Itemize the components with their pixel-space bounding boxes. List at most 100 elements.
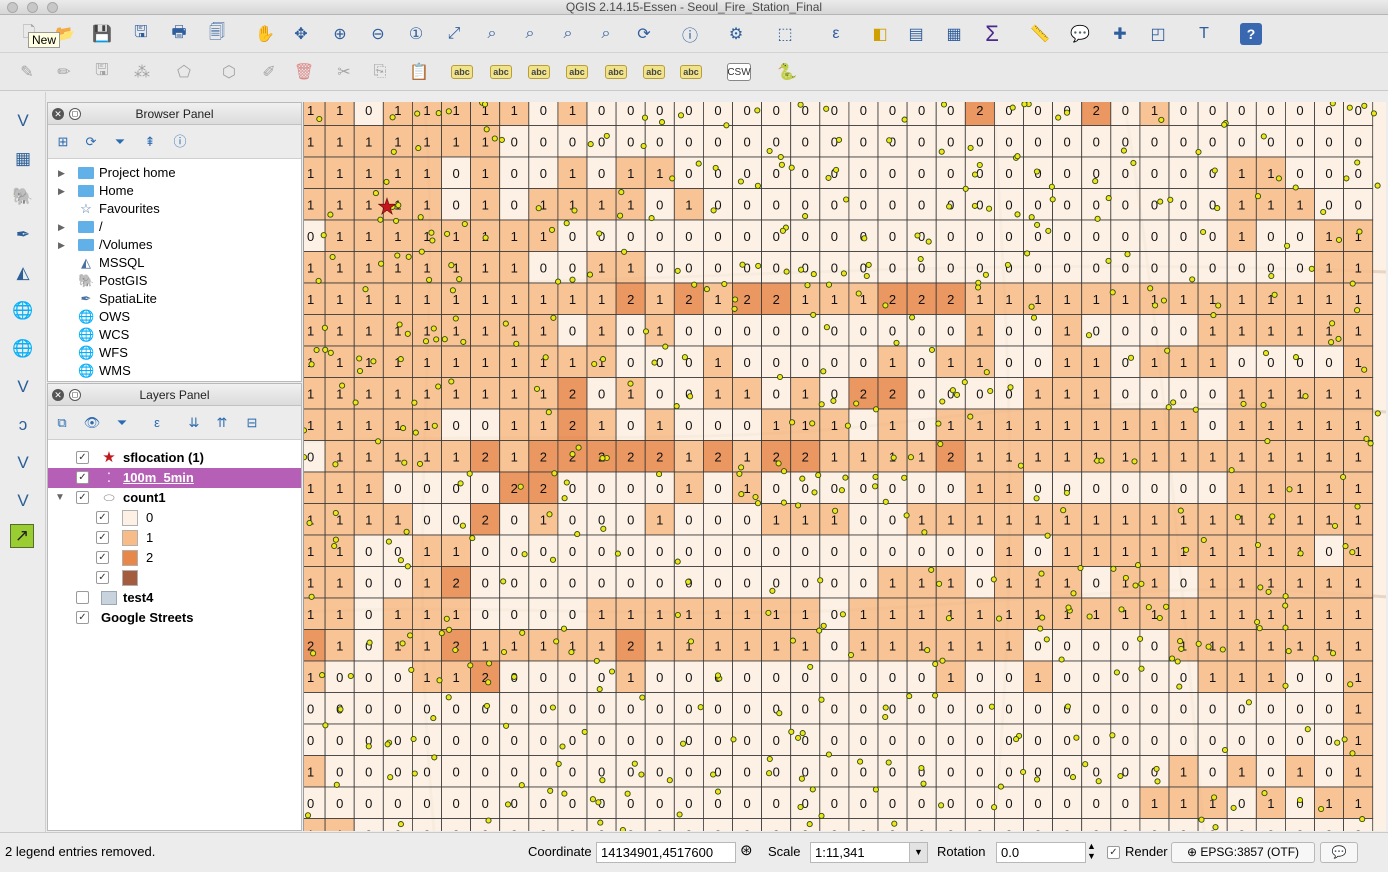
zoom-out-icon[interactable]: ⊖ [364, 20, 392, 48]
save-as-icon[interactable]: 🖫 [127, 20, 155, 48]
paste-features-icon[interactable]: 📋 [405, 58, 433, 86]
osm-plugin-icon[interactable]: ↗ [10, 524, 34, 548]
minimize-window-button[interactable] [27, 2, 38, 13]
expand-arrow-icon[interactable]: ▶ [58, 218, 68, 236]
collapse-all-icon[interactable]: ⇞ [141, 133, 159, 151]
toggle-editing-icon[interactable]: ✏ [50, 58, 78, 86]
label-abc-icon[interactable]: abc [451, 65, 473, 79]
legend-entry[interactable]: ✓ [48, 568, 301, 588]
open-layer-styling-icon[interactable]: ⧉ [53, 414, 71, 432]
add-spatialite-layer-icon[interactable]: ✒ [8, 220, 38, 250]
browser-item[interactable]: ☆ Favourites [52, 200, 297, 218]
zoom-in-icon[interactable]: ⊕ [326, 20, 354, 48]
float-panel-button[interactable]: ◻ [69, 389, 81, 401]
zoom-window-button[interactable] [47, 2, 58, 13]
browser-item[interactable]: 🌐 WCS [52, 326, 297, 344]
layer-row-count1[interactable]: ▼ ✓ ⬭ count1 [48, 488, 301, 508]
new-bookmark-icon[interactable]: ✚ [1106, 20, 1134, 48]
float-panel-button[interactable]: ◻ [69, 108, 81, 120]
browser-item[interactable]: ▶ / [52, 218, 297, 236]
label-move-icon[interactable]: abc [605, 65, 627, 79]
zoom-full-icon[interactable]: ⤢ [440, 20, 468, 48]
browser-item[interactable]: 🐘 PostGIS [52, 272, 297, 290]
mouse-coordinate-toggle-icon[interactable]: ⊛ [740, 843, 753, 859]
render-checkbox[interactable]: ✓ [1107, 846, 1120, 859]
close-window-button[interactable] [7, 2, 18, 13]
legend-entry-checkbox[interactable]: ✓ [96, 531, 109, 544]
legend-entry[interactable]: ✓ 0 [48, 508, 301, 528]
scale-dropdown-icon[interactable]: ▼ [909, 843, 927, 862]
new-shapefile-icon[interactable]: V [8, 486, 38, 516]
save-edits-icon[interactable]: 🖫 [88, 58, 116, 86]
new-print-composer-icon[interactable]: 🖶 [165, 20, 193, 48]
map-tips-icon[interactable]: 💬 [1066, 20, 1094, 48]
digitize-icon[interactable]: ✐ [255, 58, 283, 86]
add-wfs-layer-icon[interactable]: V [8, 372, 38, 402]
label-show-hide-icon[interactable]: abc [566, 65, 588, 79]
browser-item[interactable]: ✒ SpatiaLite [52, 290, 297, 308]
show-bookmarks-icon[interactable]: ◰ [1144, 20, 1172, 48]
help-icon[interactable]: ? [1240, 23, 1262, 45]
label-rotate-icon[interactable]: abc [643, 65, 665, 79]
pan-icon[interactable]: ✋ [251, 20, 279, 48]
pan-to-selection-icon[interactable]: ✥ [287, 20, 315, 48]
remove-layer-icon[interactable]: ⊟ [243, 414, 261, 432]
current-edits-icon[interactable]: ✎ [13, 58, 41, 86]
statistics-icon[interactable]: Σ [978, 20, 1006, 48]
layer-visibility-checkbox[interactable] [76, 591, 89, 604]
zoom-next-icon[interactable]: ⌕ [592, 20, 620, 48]
filter-icon[interactable]: ⏷ [111, 133, 129, 151]
collapse-all-icon[interactable]: ⇈ [213, 414, 231, 432]
cut-features-icon[interactable]: ✂ [330, 58, 358, 86]
action-icon[interactable]: ⚙ [722, 20, 750, 48]
layer-row-100m-5min[interactable]: ✓ ⁚ 100m_5min [48, 468, 301, 488]
collapse-arrow-icon[interactable]: ▼ [55, 488, 65, 508]
identify-icon[interactable]: ⓘ [676, 20, 704, 48]
expand-all-icon[interactable]: ⇊ [185, 414, 203, 432]
refresh-icon[interactable]: ⟳ [82, 133, 100, 151]
expand-arrow-icon[interactable]: ▶ [58, 236, 68, 254]
legend-entry-checkbox[interactable]: ✓ [96, 511, 109, 524]
filter-legend-icon[interactable]: ⏷ [113, 414, 131, 432]
composer-manager-icon[interactable]: 🗐 [203, 20, 231, 48]
browser-item[interactable]: ▶ /Volumes [52, 236, 297, 254]
zoom-to-selection-icon[interactable]: ⌕ [478, 20, 506, 48]
browser-item[interactable]: 🌐 WMS [52, 362, 297, 380]
legend-entry[interactable]: ✓ 2 [48, 548, 301, 568]
layer-row-sflocation-1-[interactable]: ✓ ★ sflocation (1) [48, 448, 301, 468]
zoom-native-icon[interactable]: ① [402, 20, 430, 48]
layer-row-google-streets[interactable]: ✓ Google Streets [48, 608, 301, 628]
delete-selected-icon[interactable]: 🗑 [290, 58, 318, 86]
legend-entry-checkbox[interactable]: ✓ [96, 571, 109, 584]
rotation-field[interactable]: 0.0 [996, 842, 1086, 863]
measure-icon[interactable]: 📏 [1026, 20, 1054, 48]
select-features-icon[interactable]: ⬚ [771, 20, 799, 48]
move-feature-icon[interactable]: ⬡ [215, 58, 243, 86]
python-icon[interactable]: 🐍 [773, 58, 801, 86]
layer-visibility-checkbox[interactable]: ✓ [76, 491, 89, 504]
label-highlight-icon[interactable]: abc [528, 65, 550, 79]
legend-entry-checkbox[interactable]: ✓ [96, 551, 109, 564]
zoom-last-icon[interactable]: ⌕ [554, 20, 582, 48]
label-change-icon[interactable]: abc [680, 65, 702, 79]
browser-item[interactable]: 🌐 WFS [52, 344, 297, 362]
layer-visibility-checkbox[interactable]: ✓ [76, 611, 89, 624]
select-expression-icon[interactable]: ε [822, 20, 850, 48]
legend-entry[interactable]: ✓ 1 [48, 528, 301, 548]
scale-field[interactable]: 1:11,341 ▼ [810, 842, 928, 863]
coordinate-field[interactable]: 14134901,4517600 [596, 842, 736, 863]
manage-visibility-icon[interactable]: 👁 [83, 414, 101, 432]
node-tool-icon[interactable]: ⬠ [170, 58, 198, 86]
add-delimited-text-icon[interactable]: ↄ [8, 410, 38, 440]
messages-button[interactable]: 💬 [1320, 842, 1358, 863]
zoom-to-layer-icon[interactable]: ⌕ [516, 20, 544, 48]
label-pin-icon[interactable]: abc [490, 65, 512, 79]
text-annotation-icon[interactable]: T [1190, 20, 1218, 48]
add-selected-layers-icon[interactable]: ⊞ [54, 133, 72, 151]
crs-button[interactable]: ⊕ EPSG:3857 (OTF) [1171, 842, 1315, 863]
close-panel-button[interactable]: ✕ [52, 389, 64, 401]
layer-visibility-checkbox[interactable]: ✓ [76, 451, 89, 464]
field-calculator-icon[interactable]: ▦ [940, 20, 968, 48]
close-panel-button[interactable]: ✕ [52, 108, 64, 120]
expand-arrow-icon[interactable]: ▶ [58, 182, 68, 200]
